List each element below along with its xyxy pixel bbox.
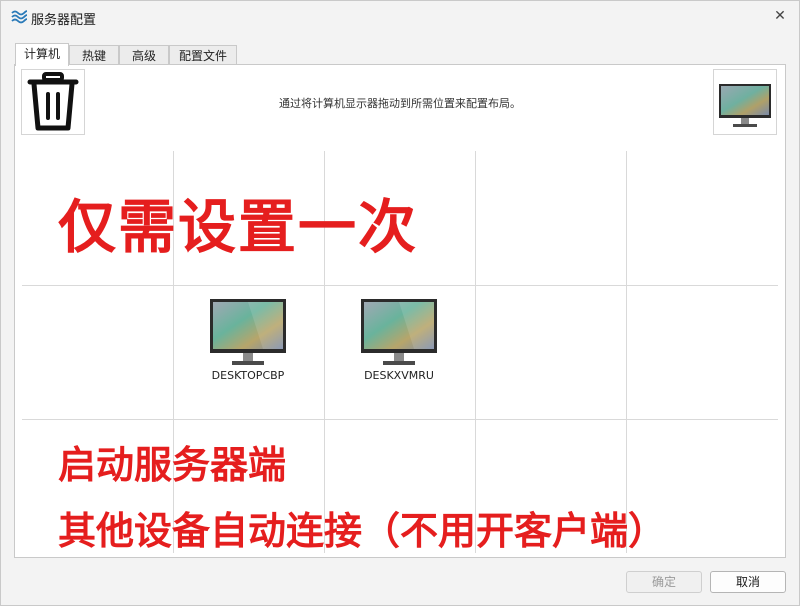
new-computer-drag-source[interactable] (713, 69, 777, 135)
computer-name: DESKXVMRU (364, 369, 434, 382)
monitor-icon (719, 84, 771, 127)
computer-name: DESKTOPCBP (211, 369, 285, 382)
monitor-icon (361, 299, 437, 365)
ok-button[interactable]: 确定 (626, 571, 702, 593)
trash-drop-zone[interactable] (21, 69, 85, 135)
trash-icon (27, 72, 79, 131)
overlay-caption-start-server: 启动服务器端 (58, 443, 287, 487)
computer-screen-desktopcbp[interactable]: DESKTOPCBP (173, 285, 323, 415)
layout-hint: 通过将计算机显示器拖动到所需位置来配置布局。 (279, 97, 521, 110)
grid-line (626, 151, 627, 553)
computer-screen-deskxvmru[interactable]: DESKXVMRU (324, 285, 474, 415)
overlay-caption-auto-connect: 其他设备自动连接（不用开客户端） (58, 509, 667, 553)
cancel-button[interactable]: 取消 (710, 571, 786, 593)
monitor-icon (210, 299, 286, 365)
app-waves-icon (11, 10, 27, 24)
grid-line (475, 151, 476, 553)
tab-profiles[interactable]: 配置文件 (169, 45, 237, 65)
tab-hotkeys[interactable]: 热键 (69, 45, 119, 65)
tab-computers[interactable]: 计算机 (15, 43, 69, 66)
close-icon[interactable]: ✕ (769, 5, 791, 27)
title-bar[interactable]: 服务器配置 ✕ (1, 1, 799, 35)
window-title: 服务器配置 (31, 13, 97, 28)
grid-line (22, 419, 778, 420)
tab-advanced[interactable]: 高级 (119, 45, 169, 65)
overlay-caption-setup-once: 仅需设置一次 (58, 193, 419, 261)
